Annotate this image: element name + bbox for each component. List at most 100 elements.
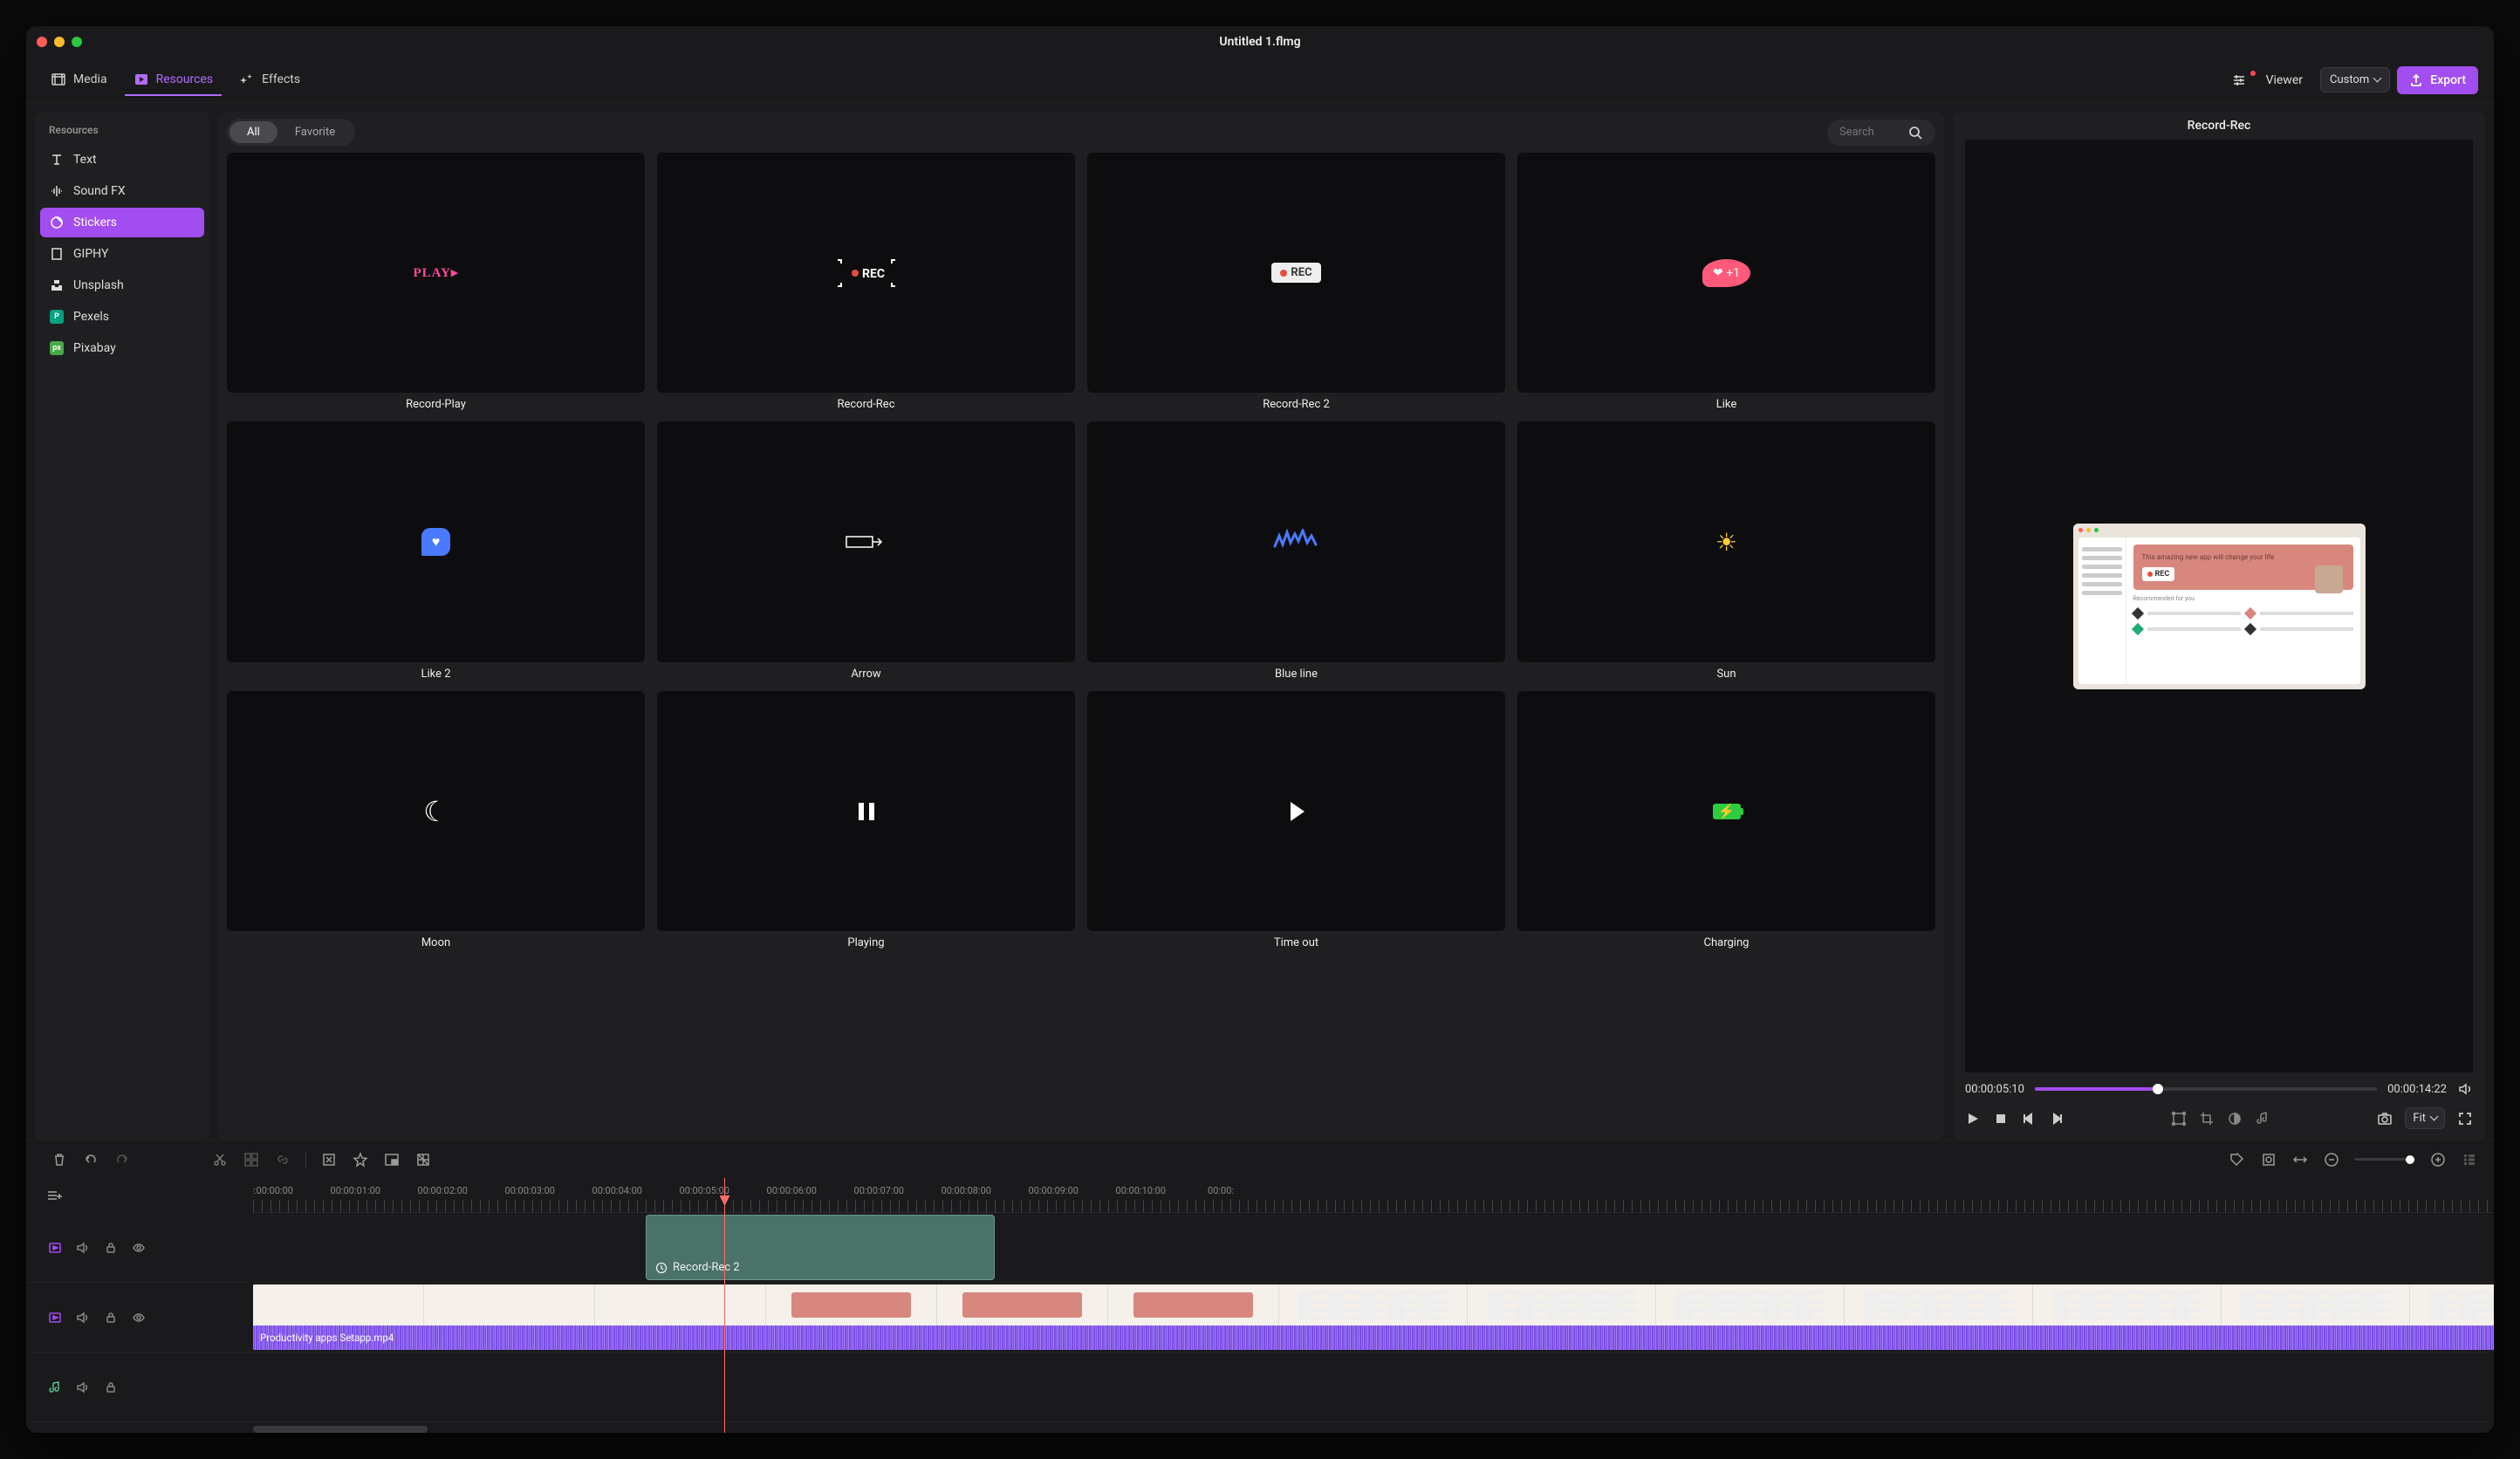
sticker-item[interactable]: RECRecord-Rec 2	[1087, 153, 1505, 411]
sidebar-item-stickers[interactable]: Stickers	[40, 208, 204, 237]
audio-track[interactable]	[253, 1353, 2494, 1422]
search-input[interactable]	[1839, 126, 1900, 139]
undo-button[interactable]	[82, 1151, 99, 1168]
track-lock-button[interactable]	[103, 1310, 119, 1325]
sticker-item[interactable]: ❤ +1Like	[1517, 153, 1935, 411]
custom-select[interactable]: Custom	[2320, 67, 2390, 92]
main-toolbar: Media Resources Effects Viewer Custom Ex…	[26, 58, 2494, 103]
link-button[interactable]	[274, 1151, 291, 1168]
maximize-button[interactable]	[72, 37, 82, 47]
sticker-item[interactable]: ♥Like 2	[227, 421, 645, 680]
volume-icon[interactable]	[2457, 1081, 2473, 1097]
sticker-item[interactable]: Arrow	[657, 421, 1075, 680]
sticker-track[interactable]: Record-Rec 2	[253, 1213, 2494, 1283]
export-button[interactable]: Export	[2397, 66, 2478, 94]
tab-effects[interactable]: Effects	[230, 65, 309, 96]
timeline-scrollbar[interactable]	[253, 1426, 2494, 1433]
fullscreen-icon[interactable]	[2457, 1111, 2473, 1127]
tab-media[interactable]: Media	[42, 65, 116, 96]
sticker-item[interactable]: ⚡Charging	[1517, 691, 1935, 949]
playhead[interactable]	[724, 1178, 725, 1433]
sidebar-item-text[interactable]: Text	[40, 145, 204, 175]
zoom-fit-button[interactable]	[2260, 1151, 2277, 1168]
snapshot-icon[interactable]	[2377, 1111, 2393, 1127]
sidebar-item-pexels[interactable]: P Pexels	[40, 302, 204, 332]
track-lock-button[interactable]	[103, 1380, 119, 1395]
sticker-item[interactable]: RECRecord-Rec	[657, 153, 1075, 411]
soundfx-icon	[49, 183, 65, 199]
sidebar-item-pixabay[interactable]: px Pixabay	[40, 333, 204, 363]
viewer-button[interactable]: Viewer	[2221, 65, 2313, 95]
track-area[interactable]: 00:00:00:00 00:00:01:00 00:00:02:00 00:0…	[253, 1178, 2494, 1433]
zoom-slider[interactable]	[2354, 1158, 2415, 1161]
mask-button[interactable]	[414, 1151, 432, 1168]
minimize-button[interactable]	[54, 37, 65, 47]
svg-text:REC: REC	[862, 267, 885, 281]
zoom-in-button[interactable]	[2429, 1151, 2447, 1168]
marker-button[interactable]	[320, 1151, 338, 1168]
search-field[interactable]	[1827, 120, 1935, 146]
fit-select[interactable]: Fit	[2405, 1107, 2445, 1129]
unsplash-icon	[49, 277, 65, 293]
color-icon[interactable]	[2227, 1111, 2243, 1127]
add-track-button[interactable]	[26, 1178, 253, 1213]
sticker-grid: PLAY▸Record-Play RECRecord-Rec RECRecord…	[218, 153, 1944, 1140]
sticker-item[interactable]: Playing	[657, 691, 1075, 949]
close-button[interactable]	[37, 37, 47, 47]
next-frame-button[interactable]	[2049, 1111, 2065, 1127]
export-label: Export	[2430, 73, 2466, 87]
scrub-bar[interactable]	[2035, 1087, 2377, 1091]
group-button[interactable]	[243, 1151, 260, 1168]
cut-button[interactable]	[211, 1151, 229, 1168]
pixabay-icon: px	[49, 340, 65, 356]
sidebar-title: Resources	[40, 120, 204, 143]
time-ruler[interactable]: 00:00:00:00 00:00:01:00 00:00:02:00 00:0…	[253, 1178, 2494, 1213]
track-visibility-button[interactable]	[131, 1310, 147, 1325]
sliders-icon	[2231, 72, 2247, 88]
transform-icon[interactable]	[2171, 1111, 2187, 1127]
sticker-item[interactable]: Time out	[1087, 691, 1505, 949]
segment-all[interactable]: All	[229, 121, 277, 143]
track-lock-button[interactable]	[103, 1240, 119, 1256]
track-visibility-button[interactable]	[131, 1240, 147, 1256]
track-headers	[26, 1178, 253, 1433]
timeline: 00:00:00:00 00:00:01:00 00:00:02:00 00:0…	[26, 1178, 2494, 1433]
delete-button[interactable]	[51, 1151, 68, 1168]
star-button[interactable]	[352, 1151, 369, 1168]
video-clip[interactable]: Productivity apps Setapp.mp4	[253, 1284, 2494, 1350]
sticker-item[interactable]: PLAY▸Record-Play	[227, 153, 645, 411]
tab-resources[interactable]: Resources	[125, 65, 223, 96]
sticker-clip[interactable]: Record-Rec 2	[646, 1215, 995, 1280]
sidebar-item-soundfx[interactable]: Sound FX	[40, 176, 204, 206]
zoom-out-button[interactable]	[2323, 1151, 2340, 1168]
total-time: 00:00:14:22	[2387, 1083, 2447, 1096]
preview-panel: Record-Rec This amazing new app will cha…	[1953, 112, 2485, 1140]
pip-button[interactable]	[383, 1151, 401, 1168]
preview-canvas[interactable]: This amazing new app will change your li…	[1965, 140, 2473, 1072]
sticker-item[interactable]: ☀Sun	[1517, 421, 1935, 680]
track-mute-button[interactable]	[75, 1380, 91, 1395]
sidebar-item-giphy[interactable]: GIPHY	[40, 239, 204, 269]
select-label: Custom	[2330, 73, 2369, 86]
crop-icon[interactable]	[2199, 1111, 2215, 1127]
play-button[interactable]	[1965, 1111, 1981, 1127]
track-mute-button[interactable]	[75, 1240, 91, 1256]
prev-frame-button[interactable]	[2021, 1111, 2037, 1127]
sidebar-item-label: Pixabay	[73, 341, 116, 355]
main-tabs: Media Resources Effects	[42, 65, 309, 96]
track-mute-button[interactable]	[75, 1310, 91, 1325]
sticker-item[interactable]: Blue line	[1087, 421, 1505, 680]
audio-icon[interactable]	[2255, 1111, 2270, 1127]
clip-label: Record-Rec 2	[673, 1261, 740, 1274]
tag-button[interactable]	[2229, 1151, 2246, 1168]
sticker-item[interactable]: ☾Moon	[227, 691, 645, 949]
viewer-label: Viewer	[2266, 73, 2303, 87]
stop-button[interactable]	[1993, 1111, 2009, 1127]
segment-favorite[interactable]: Favorite	[277, 121, 353, 143]
preview-controls: Fit	[1953, 1102, 2485, 1140]
fit-width-button[interactable]	[2291, 1151, 2309, 1168]
video-track[interactable]: Productivity apps Setapp.mp4	[253, 1283, 2494, 1353]
sidebar-item-unsplash[interactable]: Unsplash	[40, 271, 204, 300]
list-view-button[interactable]	[2461, 1151, 2478, 1168]
redo-button[interactable]	[113, 1151, 131, 1168]
